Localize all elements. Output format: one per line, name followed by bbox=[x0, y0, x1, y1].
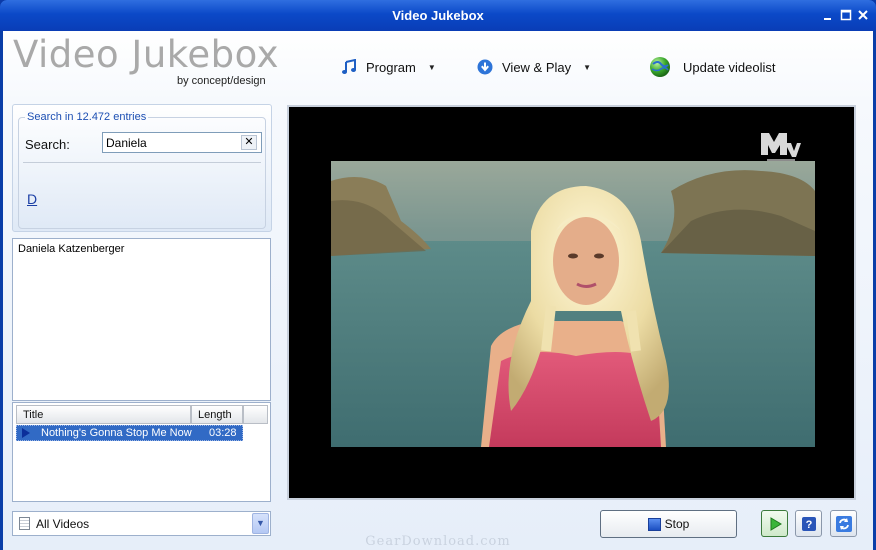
title-bar[interactable]: Video Jukebox bbox=[0, 0, 876, 31]
track-length: 03:28 bbox=[209, 427, 237, 439]
column-header-title[interactable]: Title bbox=[16, 405, 191, 424]
app-window: Video Jukebox Video Jukebox by concept/d… bbox=[0, 0, 876, 550]
play-icon bbox=[770, 516, 782, 531]
mtv-logo-icon bbox=[759, 129, 803, 165]
client-area: Video Jukebox by concept/design Program … bbox=[3, 31, 873, 550]
artist-list[interactable]: Daniela Katzenberger bbox=[12, 238, 271, 401]
menu-view-play-label: View & Play bbox=[502, 59, 572, 75]
refresh-button[interactable] bbox=[830, 510, 857, 537]
letter-index-link[interactable]: D bbox=[27, 191, 37, 207]
refresh-icon bbox=[835, 515, 852, 532]
dropdown-caret-icon: ▼ bbox=[427, 62, 436, 72]
search-label: Search: bbox=[25, 137, 70, 152]
track-list[interactable]: Title Length Nothing's Gonna Stop Me Now… bbox=[12, 402, 271, 502]
close-icon bbox=[858, 10, 868, 20]
stop-icon bbox=[647, 517, 661, 531]
category-select[interactable]: All Videos ▼ bbox=[12, 511, 271, 536]
play-icon bbox=[22, 428, 30, 438]
track-list-header: Title Length bbox=[16, 405, 268, 424]
app-logo-subtitle: by concept/design bbox=[177, 75, 266, 87]
window-title: Video Jukebox bbox=[392, 8, 484, 23]
search-panel: Search in 12.472 entries Search: ✕ D bbox=[12, 104, 272, 232]
down-arrow-circle-icon bbox=[476, 58, 494, 76]
music-note-icon bbox=[340, 58, 358, 76]
search-input[interactable] bbox=[102, 132, 262, 153]
list-icon bbox=[19, 517, 30, 530]
chevron-down-icon[interactable]: ▼ bbox=[252, 513, 269, 534]
minimize-icon bbox=[824, 18, 831, 20]
close-button[interactable] bbox=[857, 9, 869, 21]
video-frame-image bbox=[331, 161, 815, 447]
column-header-filler bbox=[243, 405, 268, 424]
table-row[interactable]: Nothing's Gonna Stop Me Now 03:28 bbox=[16, 425, 243, 441]
close-icon: ✕ bbox=[244, 136, 254, 148]
category-selected-value: All Videos bbox=[36, 517, 90, 531]
menu-update-videolist[interactable]: Update videolist bbox=[649, 57, 776, 77]
menu-update-label: Update videolist bbox=[683, 59, 776, 75]
video-player[interactable] bbox=[287, 105, 856, 500]
app-logo-title: Video Jukebox bbox=[13, 33, 280, 76]
help-button[interactable]: ? bbox=[795, 510, 822, 537]
maximize-button[interactable] bbox=[840, 9, 852, 21]
watermark: GearDownload.com bbox=[365, 534, 511, 549]
menu-program-label: Program bbox=[366, 59, 416, 75]
track-title: Nothing's Gonna Stop Me Now bbox=[41, 427, 192, 439]
search-group-legend: Search in 12.472 entries bbox=[25, 111, 149, 123]
clear-search-button[interactable]: ✕ bbox=[241, 135, 257, 150]
column-header-length[interactable]: Length bbox=[191, 405, 243, 424]
svg-text:?: ? bbox=[805, 519, 812, 531]
menu-view-play[interactable]: View & Play ▼ bbox=[476, 57, 591, 77]
minimize-button[interactable] bbox=[822, 9, 834, 21]
help-icon: ? bbox=[801, 516, 816, 531]
globe-icon bbox=[649, 56, 671, 78]
play-button[interactable] bbox=[761, 510, 788, 537]
maximize-icon bbox=[840, 9, 852, 21]
list-item[interactable]: Daniela Katzenberger bbox=[18, 243, 124, 255]
menu-program[interactable]: Program ▼ bbox=[340, 57, 436, 77]
divider bbox=[23, 162, 261, 163]
dropdown-caret-icon: ▼ bbox=[583, 62, 592, 72]
stop-button-label: Stop bbox=[664, 517, 690, 531]
search-group: Search in 12.472 entries Search: ✕ D bbox=[18, 111, 266, 229]
